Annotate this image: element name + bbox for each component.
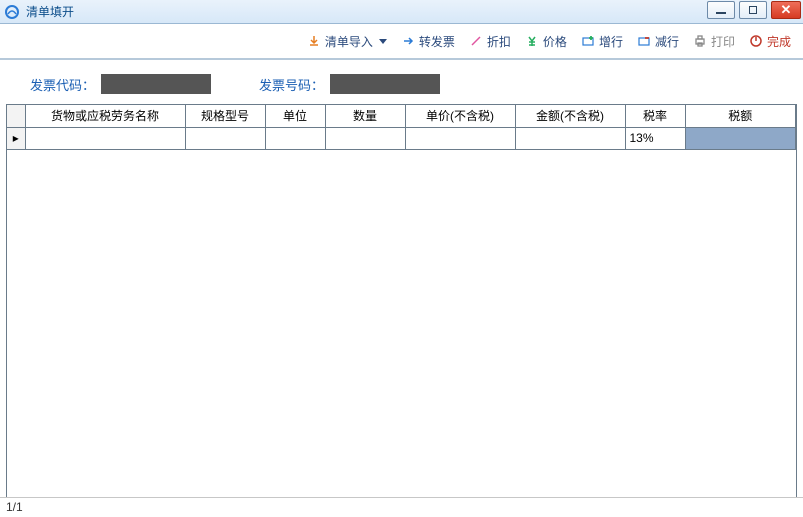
price-icon xyxy=(525,34,539,48)
page-indicator: 1/1 xyxy=(6,500,23,514)
print-button[interactable]: 打印 xyxy=(693,33,735,50)
finish-icon xyxy=(749,34,763,48)
close-button[interactable]: ✕ xyxy=(771,1,801,19)
grid-empty-area[interactable] xyxy=(6,150,797,500)
invoice-number-value xyxy=(330,74,440,94)
discount-icon xyxy=(469,34,483,48)
addrow-button[interactable]: 增行 xyxy=(581,33,623,50)
addrow-icon xyxy=(581,34,595,48)
table-row[interactable]: ▸ 13% xyxy=(7,127,796,149)
cell-price[interactable] xyxy=(405,127,515,149)
cell-name[interactable] xyxy=(25,127,185,149)
cell-amount[interactable] xyxy=(515,127,625,149)
delrow-button[interactable]: 减行 xyxy=(637,33,679,50)
invoice-code-value xyxy=(101,74,211,94)
grid-header-row: 货物或应税劳务名称 规格型号 单位 数量 单价(不含税) 金额(不含税) 税率 … xyxy=(7,105,796,127)
maximize-button[interactable] xyxy=(739,1,767,19)
toolbar: 清单导入 转发票 折扣 价格 增行 减行 打印 完成 xyxy=(0,24,803,60)
col-spec[interactable]: 规格型号 xyxy=(185,105,265,127)
finish-label: 完成 xyxy=(767,33,791,50)
col-amount[interactable]: 金额(不含税) xyxy=(515,105,625,127)
row-indicator[interactable]: ▸ xyxy=(7,127,25,149)
cell-tax[interactable] xyxy=(685,127,796,149)
col-name[interactable]: 货物或应税劳务名称 xyxy=(25,105,185,127)
addrow-label: 增行 xyxy=(599,33,623,50)
window-title: 清单填开 xyxy=(26,3,74,20)
invoice-number-label: 发票号码： xyxy=(259,75,324,94)
discount-button[interactable]: 折扣 xyxy=(469,33,511,50)
cell-unit[interactable] xyxy=(265,127,325,149)
import-label: 清单导入 xyxy=(325,33,373,50)
price-button[interactable]: 价格 xyxy=(525,33,567,50)
import-button[interactable]: 清单导入 xyxy=(307,33,387,50)
statusbar: 1/1 xyxy=(0,497,803,517)
col-tax[interactable]: 税额 xyxy=(685,105,796,127)
dropdown-icon xyxy=(379,39,387,44)
invoice-code-label: 发票代码： xyxy=(30,75,95,94)
discount-label: 折扣 xyxy=(487,33,511,50)
delrow-label: 减行 xyxy=(655,33,679,50)
convert-icon xyxy=(401,34,415,48)
invoice-codes-row: 发票代码： 发票号码： xyxy=(0,60,803,104)
print-label: 打印 xyxy=(711,33,735,50)
col-unit[interactable]: 单位 xyxy=(265,105,325,127)
row-selector-header xyxy=(7,105,25,127)
minimize-button[interactable] xyxy=(707,1,735,19)
import-icon xyxy=(307,34,321,48)
delrow-icon xyxy=(637,34,651,48)
items-grid: 货物或应税劳务名称 规格型号 单位 数量 单价(不含税) 金额(不含税) 税率 … xyxy=(6,104,797,150)
titlebar: 清单填开 ✕ xyxy=(0,0,803,24)
col-price[interactable]: 单价(不含税) xyxy=(405,105,515,127)
cell-rate[interactable]: 13% xyxy=(625,127,685,149)
print-icon xyxy=(693,34,707,48)
finish-button[interactable]: 完成 xyxy=(749,33,791,50)
cell-qty[interactable] xyxy=(325,127,405,149)
convert-button[interactable]: 转发票 xyxy=(401,33,455,50)
cell-spec[interactable] xyxy=(185,127,265,149)
app-icon xyxy=(4,4,20,20)
col-rate[interactable]: 税率 xyxy=(625,105,685,127)
col-qty[interactable]: 数量 xyxy=(325,105,405,127)
price-label: 价格 xyxy=(543,33,567,50)
convert-label: 转发票 xyxy=(419,33,455,50)
